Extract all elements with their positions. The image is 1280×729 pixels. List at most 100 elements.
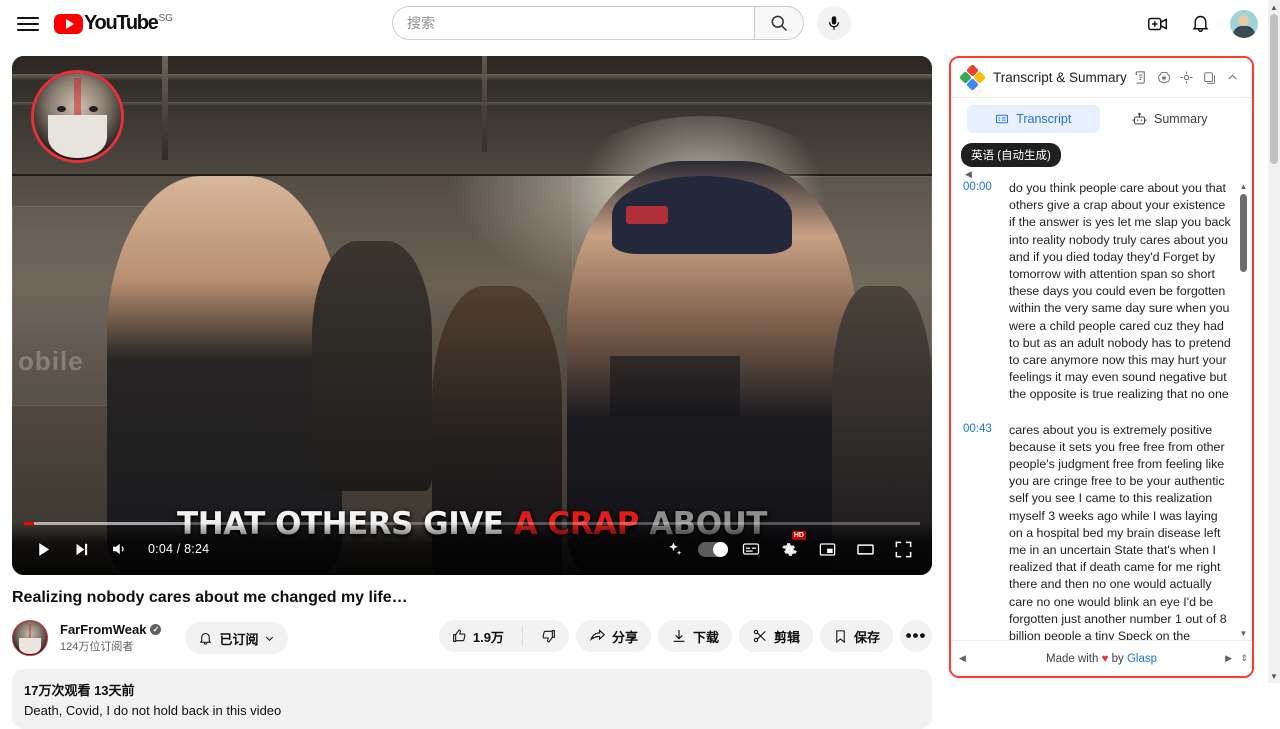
dislike-button[interactable] [529, 620, 569, 652]
country-code-label: SG [158, 14, 172, 24]
transcript-timestamp[interactable]: 00:43 [963, 422, 1009, 640]
robot-icon [1132, 112, 1147, 127]
transcript-timestamp[interactable]: 00:00 [963, 180, 1009, 404]
openai-icon[interactable] [1152, 66, 1175, 89]
share-button[interactable]: 分享 [576, 620, 651, 652]
transcript-extension-panel: Transcript & Summary [949, 56, 1254, 678]
ai-sparkle-button[interactable] [656, 534, 694, 564]
bell-icon[interactable] [1188, 12, 1212, 36]
channel-avatar-overlay[interactable] [31, 70, 124, 163]
bell-icon [198, 631, 213, 646]
microphone-icon[interactable] [817, 6, 851, 40]
video-player[interactable]: Mobile A obile UFC [12, 56, 932, 575]
create-video-icon[interactable] [1146, 12, 1170, 36]
progress-played [24, 522, 34, 525]
like-dislike-group: 1.9万 [439, 620, 569, 652]
masthead-search-area: 搜索 [392, 6, 851, 40]
transcript-text: cares about you is extremely positive be… [1009, 422, 1234, 640]
bookmark-icon [833, 629, 848, 644]
download-button[interactable]: 下载 [658, 620, 732, 652]
fullscreen-button[interactable] [884, 534, 922, 564]
masthead-right [1146, 10, 1258, 38]
player-controls-right: HD [656, 534, 922, 564]
clip-label: 剪辑 [774, 627, 800, 646]
window-scroll-up-arrow[interactable]: ▲ [1268, 0, 1280, 14]
window-scrollbar-thumb[interactable] [1270, 14, 1278, 164]
transcript-scroll-icon[interactable] [1129, 66, 1152, 89]
time-display: 0:04 / 8:24 [148, 542, 209, 556]
player-controls-left: 0:04 / 8:24 [24, 534, 209, 564]
volume-button[interactable] [100, 534, 138, 564]
subtitles-button[interactable] [732, 534, 770, 564]
autoplay-toggle[interactable] [694, 534, 732, 564]
copy-icon[interactable] [1198, 66, 1221, 89]
window-scroll-down-arrow[interactable]: ▼ [1268, 669, 1280, 683]
language-scroll-left-arrow[interactable]: ◀ [965, 169, 1252, 180]
save-button[interactable]: 保存 [820, 620, 893, 652]
extension-header: Transcript & Summary [951, 58, 1252, 98]
transcript-segment[interactable]: 00:00 do you think people care about you… [963, 180, 1234, 404]
download-icon [671, 628, 687, 644]
primary-column: Mobile A obile UFC [12, 56, 932, 729]
save-label: 保存 [854, 627, 880, 646]
like-button[interactable]: 1.9万 [439, 620, 516, 652]
footer-credit: Made with ♥ by Glasp [1046, 653, 1157, 665]
scroll-up-arrow[interactable]: ▲ [1239, 182, 1248, 191]
glasp-link[interactable]: Glasp [1127, 653, 1157, 665]
progress-bar[interactable] [24, 522, 920, 525]
hamburger-icon[interactable] [16, 12, 40, 36]
transcript-scroll-area[interactable]: 00:00 do you think people care about you… [951, 180, 1252, 640]
scrollbar-thumb[interactable] [1240, 194, 1247, 272]
channel-avatar[interactable] [12, 620, 48, 656]
scissors-icon [752, 628, 768, 644]
progress-buffered [24, 522, 185, 525]
hd-badge: HD [792, 531, 806, 540]
extension-tabs: Transcript Summary [967, 103, 1236, 135]
search-icon[interactable] [754, 6, 804, 40]
transcript-body: 00:00 do you think people care about you… [951, 180, 1252, 640]
footer-right-arrow[interactable]: ▶ [1225, 653, 1232, 664]
youtube-masthead: YouTube SG 搜索 [0, 0, 1268, 47]
settings-gear-button[interactable]: HD [770, 534, 808, 564]
tab-summary[interactable]: Summary [1104, 105, 1237, 133]
extension-title: Transcript & Summary [993, 70, 1129, 85]
channel-info: FarFromWeak ✓ 124万位订阅者 [60, 622, 161, 654]
search-wrapper: 搜索 [392, 6, 804, 40]
language-selector-row: 英语 (自动生成) ◀ [951, 135, 1252, 180]
channel-name-row[interactable]: FarFromWeak ✓ [60, 622, 161, 637]
footer-middle: by [1108, 653, 1127, 665]
collapse-chevron-icon[interactable] [1221, 66, 1244, 89]
youtube-logo[interactable]: YouTube SG [54, 13, 173, 34]
glasp-logo [959, 64, 986, 91]
subscribed-button[interactable]: 已订阅 [185, 622, 288, 654]
verified-badge: ✓ [150, 624, 161, 635]
language-chip[interactable]: 英语 (自动生成) [961, 143, 1061, 167]
extension-inner: Transcript & Summary [951, 58, 1252, 676]
share-label: 分享 [612, 627, 638, 646]
chevron-down-icon [264, 633, 275, 644]
transcript-segment[interactable]: 00:43 cares about you is extremely posit… [963, 422, 1234, 640]
account-avatar[interactable] [1230, 10, 1258, 38]
more-actions-button[interactable]: ••• [900, 620, 932, 652]
theater-mode-button[interactable] [846, 534, 884, 564]
transcript-scrollbar[interactable]: ▲ ▼ [1238, 180, 1249, 640]
footer-left-arrow[interactable]: ◀ [959, 653, 966, 664]
player-control-bar: 0:04 / 8:24 [12, 522, 932, 575]
tab-transcript[interactable]: Transcript [967, 105, 1100, 133]
resize-handle[interactable]: ⇕ [1240, 653, 1248, 664]
download-label: 下载 [693, 627, 719, 646]
share-icon [589, 628, 606, 645]
next-video-button[interactable] [62, 534, 100, 564]
scroll-down-arrow[interactable]: ▼ [1239, 629, 1248, 638]
claude-sunburst-icon[interactable] [1175, 66, 1198, 89]
play-button[interactable] [24, 534, 62, 564]
search-input[interactable]: 搜索 [392, 6, 754, 40]
subscriber-count: 124万位订阅者 [60, 638, 161, 654]
video-description-box[interactable]: 17万次观看 13天前 Death, Covid, I do not hold … [12, 669, 932, 729]
video-meta-row: FarFromWeak ✓ 124万位订阅者 已订阅 [12, 620, 932, 656]
video-frame-image: Mobile A obile UFC [12, 56, 932, 575]
window-scrollbar[interactable]: ▲ ▼ [1268, 0, 1280, 683]
extension-footer: ◀ Made with ♥ by Glasp ▶ ⇕ [951, 640, 1252, 676]
miniplayer-button[interactable] [808, 534, 846, 564]
clip-button[interactable]: 剪辑 [739, 620, 813, 652]
